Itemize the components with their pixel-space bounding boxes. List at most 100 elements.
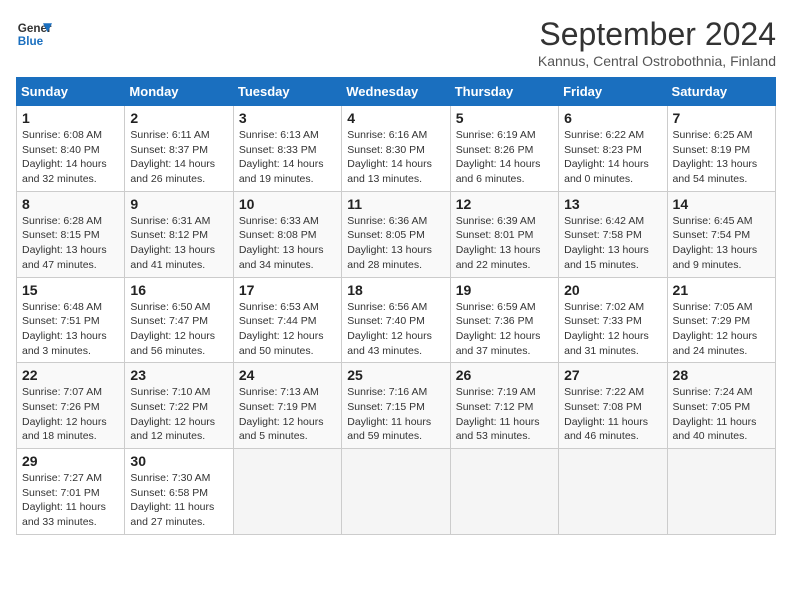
calendar-cell: 15 Sunrise: 6:48 AM Sunset: 7:51 PM Dayli… bbox=[17, 277, 125, 363]
day-info: Sunrise: 6:59 AM Sunset: 7:36 PM Dayligh… bbox=[456, 300, 553, 359]
day-number: 23 bbox=[130, 367, 227, 383]
calendar-cell: 19 Sunrise: 6:59 AM Sunset: 7:36 PM Dayli… bbox=[450, 277, 558, 363]
weekday-header-row: SundayMondayTuesdayWednesdayThursdayFrid… bbox=[17, 78, 776, 106]
day-info: Sunrise: 6:45 AM Sunset: 7:54 PM Dayligh… bbox=[673, 214, 770, 273]
day-info: Sunrise: 6:13 AM Sunset: 8:33 PM Dayligh… bbox=[239, 128, 336, 187]
calendar-cell: 24 Sunrise: 7:13 AM Sunset: 7:19 PM Dayli… bbox=[233, 363, 341, 449]
day-info: Sunrise: 6:50 AM Sunset: 7:47 PM Dayligh… bbox=[130, 300, 227, 359]
calendar-cell bbox=[667, 449, 775, 535]
day-info: Sunrise: 6:48 AM Sunset: 7:51 PM Dayligh… bbox=[22, 300, 119, 359]
header: General Blue September 2024 Kannus, Cent… bbox=[16, 16, 776, 69]
day-number: 30 bbox=[130, 453, 227, 469]
day-number: 11 bbox=[347, 196, 444, 212]
calendar-cell: 23 Sunrise: 7:10 AM Sunset: 7:22 PM Dayli… bbox=[125, 363, 233, 449]
calendar-cell: 3 Sunrise: 6:13 AM Sunset: 8:33 PM Daylig… bbox=[233, 106, 341, 192]
calendar-cell: 2 Sunrise: 6:11 AM Sunset: 8:37 PM Daylig… bbox=[125, 106, 233, 192]
calendar-cell: 28 Sunrise: 7:24 AM Sunset: 7:05 PM Dayli… bbox=[667, 363, 775, 449]
day-info: Sunrise: 6:25 AM Sunset: 8:19 PM Dayligh… bbox=[673, 128, 770, 187]
day-number: 10 bbox=[239, 196, 336, 212]
calendar-cell: 26 Sunrise: 7:19 AM Sunset: 7:12 PM Dayli… bbox=[450, 363, 558, 449]
svg-text:Blue: Blue bbox=[18, 35, 44, 48]
calendar-cell bbox=[342, 449, 450, 535]
day-number: 15 bbox=[22, 282, 119, 298]
title-area: September 2024 Kannus, Central Ostroboth… bbox=[538, 16, 776, 69]
calendar-week-row: 1Sunrise: 6:08 AM Sunset: 8:40 PM Daylig… bbox=[17, 106, 776, 192]
day-info: Sunrise: 7:30 AM Sunset: 6:58 PM Dayligh… bbox=[130, 471, 227, 530]
day-info: Sunrise: 7:10 AM Sunset: 7:22 PM Dayligh… bbox=[130, 385, 227, 444]
calendar-table: SundayMondayTuesdayWednesdayThursdayFrid… bbox=[16, 77, 776, 535]
calendar-cell: 14 Sunrise: 6:45 AM Sunset: 7:54 PM Dayli… bbox=[667, 191, 775, 277]
day-number: 18 bbox=[347, 282, 444, 298]
day-number: 16 bbox=[130, 282, 227, 298]
day-info: Sunrise: 6:22 AM Sunset: 8:23 PM Dayligh… bbox=[564, 128, 661, 187]
calendar-cell: 27Sunrise: 7:22 AM Sunset: 7:08 PM Dayli… bbox=[559, 363, 667, 449]
weekday-header-wednesday: Wednesday bbox=[342, 78, 450, 106]
day-number: 24 bbox=[239, 367, 336, 383]
calendar-cell bbox=[450, 449, 558, 535]
day-number: 21 bbox=[673, 282, 770, 298]
calendar-cell: 4 Sunrise: 6:16 AM Sunset: 8:30 PM Daylig… bbox=[342, 106, 450, 192]
day-info: Sunrise: 6:36 AM Sunset: 8:05 PM Dayligh… bbox=[347, 214, 444, 273]
day-info: Sunrise: 6:11 AM Sunset: 8:37 PM Dayligh… bbox=[130, 128, 227, 187]
calendar-cell bbox=[233, 449, 341, 535]
day-number: 2 bbox=[130, 110, 227, 126]
day-number: 22 bbox=[22, 367, 119, 383]
logo-icon: General Blue bbox=[16, 16, 52, 52]
day-info: Sunrise: 6:53 AM Sunset: 7:44 PM Dayligh… bbox=[239, 300, 336, 359]
day-info: Sunrise: 7:05 AM Sunset: 7:29 PM Dayligh… bbox=[673, 300, 770, 359]
calendar-cell: 20Sunrise: 7:02 AM Sunset: 7:33 PM Dayli… bbox=[559, 277, 667, 363]
day-number: 7 bbox=[673, 110, 770, 126]
day-number: 14 bbox=[673, 196, 770, 212]
calendar-cell: 7 Sunrise: 6:25 AM Sunset: 8:19 PM Daylig… bbox=[667, 106, 775, 192]
calendar-cell: 22Sunrise: 7:07 AM Sunset: 7:26 PM Dayli… bbox=[17, 363, 125, 449]
calendar-cell: 8 Sunrise: 6:28 AM Sunset: 8:15 PM Daylig… bbox=[17, 191, 125, 277]
calendar-cell: 18 Sunrise: 6:56 AM Sunset: 7:40 PM Dayli… bbox=[342, 277, 450, 363]
calendar-cell: 6 Sunrise: 6:22 AM Sunset: 8:23 PM Daylig… bbox=[559, 106, 667, 192]
calendar-week-row: 29Sunrise: 7:27 AM Sunset: 7:01 PM Dayli… bbox=[17, 449, 776, 535]
weekday-header-sunday: Sunday bbox=[17, 78, 125, 106]
day-number: 3 bbox=[239, 110, 336, 126]
calendar-cell: 16 Sunrise: 6:50 AM Sunset: 7:47 PM Dayli… bbox=[125, 277, 233, 363]
day-info: Sunrise: 6:16 AM Sunset: 8:30 PM Dayligh… bbox=[347, 128, 444, 187]
day-number: 26 bbox=[456, 367, 553, 383]
calendar-cell: 10 Sunrise: 6:33 AM Sunset: 8:08 PM Dayli… bbox=[233, 191, 341, 277]
calendar-week-row: 22Sunrise: 7:07 AM Sunset: 7:26 PM Dayli… bbox=[17, 363, 776, 449]
day-number: 28 bbox=[673, 367, 770, 383]
calendar-cell: 21 Sunrise: 7:05 AM Sunset: 7:29 PM Dayli… bbox=[667, 277, 775, 363]
weekday-header-thursday: Thursday bbox=[450, 78, 558, 106]
weekday-header-friday: Friday bbox=[559, 78, 667, 106]
day-info: Sunrise: 6:33 AM Sunset: 8:08 PM Dayligh… bbox=[239, 214, 336, 273]
day-number: 12 bbox=[456, 196, 553, 212]
calendar-cell: 29Sunrise: 7:27 AM Sunset: 7:01 PM Dayli… bbox=[17, 449, 125, 535]
day-number: 6 bbox=[564, 110, 661, 126]
calendar-cell: 30 Sunrise: 7:30 AM Sunset: 6:58 PM Dayli… bbox=[125, 449, 233, 535]
calendar-cell: 9Sunrise: 6:31 AM Sunset: 8:12 PM Daylig… bbox=[125, 191, 233, 277]
weekday-header-tuesday: Tuesday bbox=[233, 78, 341, 106]
day-info: Sunrise: 6:28 AM Sunset: 8:15 PM Dayligh… bbox=[22, 214, 119, 273]
day-info: Sunrise: 7:19 AM Sunset: 7:12 PM Dayligh… bbox=[456, 385, 553, 444]
calendar-cell: 25Sunrise: 7:16 AM Sunset: 7:15 PM Dayli… bbox=[342, 363, 450, 449]
day-info: Sunrise: 7:13 AM Sunset: 7:19 PM Dayligh… bbox=[239, 385, 336, 444]
day-info: Sunrise: 6:39 AM Sunset: 8:01 PM Dayligh… bbox=[456, 214, 553, 273]
day-number: 29 bbox=[22, 453, 119, 469]
day-number: 20 bbox=[564, 282, 661, 298]
day-info: Sunrise: 6:56 AM Sunset: 7:40 PM Dayligh… bbox=[347, 300, 444, 359]
day-number: 27 bbox=[564, 367, 661, 383]
calendar-cell: 1Sunrise: 6:08 AM Sunset: 8:40 PM Daylig… bbox=[17, 106, 125, 192]
day-info: Sunrise: 6:19 AM Sunset: 8:26 PM Dayligh… bbox=[456, 128, 553, 187]
calendar-cell: 5Sunrise: 6:19 AM Sunset: 8:26 PM Daylig… bbox=[450, 106, 558, 192]
logo: General Blue bbox=[16, 16, 52, 52]
day-info: Sunrise: 7:16 AM Sunset: 7:15 PM Dayligh… bbox=[347, 385, 444, 444]
day-info: Sunrise: 7:24 AM Sunset: 7:05 PM Dayligh… bbox=[673, 385, 770, 444]
day-number: 19 bbox=[456, 282, 553, 298]
day-number: 1 bbox=[22, 110, 119, 126]
day-number: 13 bbox=[564, 196, 661, 212]
day-info: Sunrise: 6:31 AM Sunset: 8:12 PM Dayligh… bbox=[130, 214, 227, 273]
calendar-cell: 12 Sunrise: 6:39 AM Sunset: 8:01 PM Dayli… bbox=[450, 191, 558, 277]
day-number: 8 bbox=[22, 196, 119, 212]
calendar-week-row: 15 Sunrise: 6:48 AM Sunset: 7:51 PM Dayli… bbox=[17, 277, 776, 363]
weekday-header-monday: Monday bbox=[125, 78, 233, 106]
calendar-week-row: 8 Sunrise: 6:28 AM Sunset: 8:15 PM Daylig… bbox=[17, 191, 776, 277]
day-number: 17 bbox=[239, 282, 336, 298]
day-number: 4 bbox=[347, 110, 444, 126]
